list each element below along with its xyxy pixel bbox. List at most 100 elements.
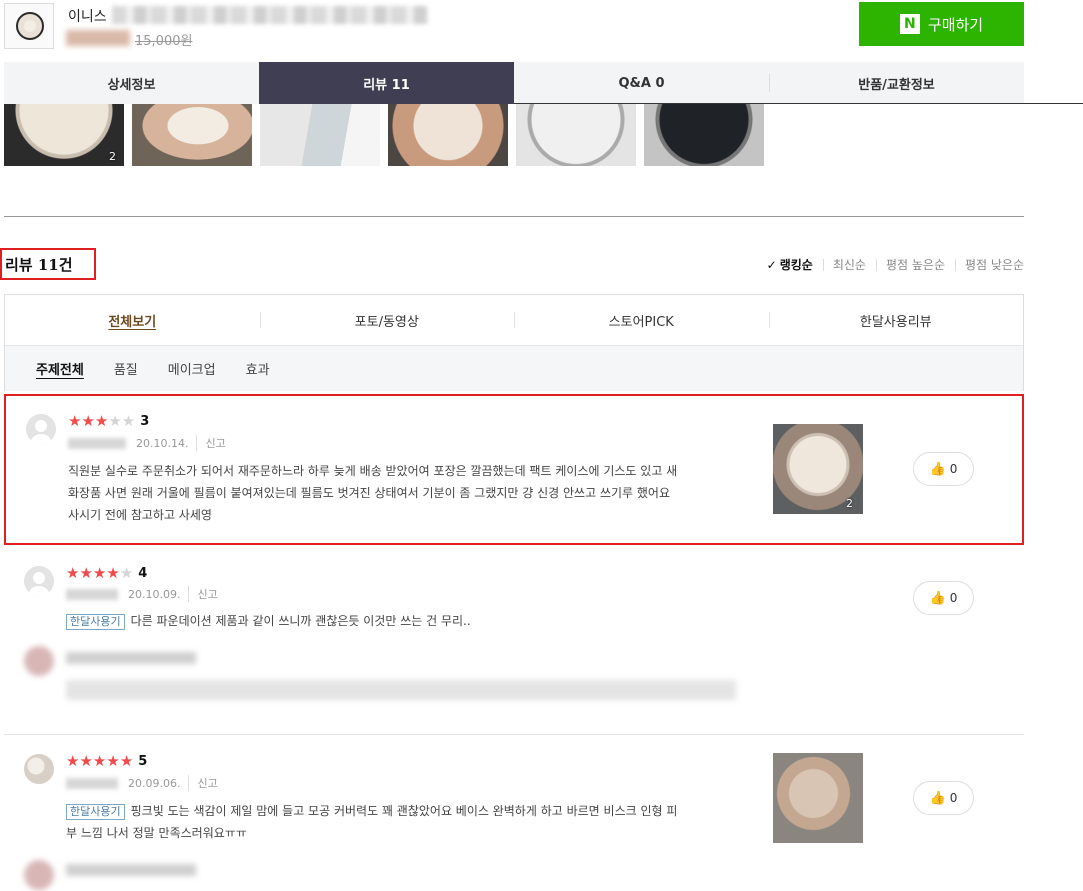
review-meta: 20.09.06. 신고 [66,775,218,791]
rating-score: 4 [138,566,148,581]
tab-qna[interactable]: Q&A 0 [514,62,769,104]
like-count: 0 [949,462,958,476]
review-text-line: 사시기 전에 참고하고 사세영 [68,508,212,522]
filter-month-review[interactable]: 한달사용리뷰 [768,295,1024,345]
filter-all[interactable]: 전체보기 [5,295,260,345]
thumbs-up-icon: 👍 [929,461,946,477]
report-link[interactable]: 신고 [196,435,226,451]
star-icon: ★ [68,412,82,430]
review-separator [4,734,1024,735]
like-button[interactable]: 👍 0 [913,452,974,486]
review-text-line: 핑크빛 도는 색감이 제일 맘에 들고 모공 커버력도 꽤 괜찮았어요 베이스 … [130,804,678,818]
month-use-badge: 한달사용기 [66,804,125,820]
like-button[interactable]: 👍 0 [913,581,974,615]
avatar [24,754,54,784]
review-photo-thumb[interactable] [644,104,764,166]
review-date: 20.10.14. [136,436,189,450]
topic-all[interactable]: 주제전체 [36,359,84,378]
star-icon: ★ [108,412,122,430]
review-photo-thumb[interactable] [388,104,508,166]
buy-button-label: 구매하기 [927,15,984,34]
review-date: 20.09.06. [128,776,181,790]
star-icon: ★ [79,752,93,770]
tab-reviews[interactable]: 리뷰 11 [259,62,514,104]
photo-count: 2 [109,150,116,163]
star-icon: ★ [92,564,107,582]
topic-quality[interactable]: 품질 [114,359,138,378]
username-blurred [66,588,118,600]
review-photo[interactable]: 2 [773,424,863,514]
star-icon: ★ [94,412,109,430]
report-link[interactable]: 신고 [188,775,218,791]
review-item: ★ ★ ★ ★ ★ 5 20.09.06. 신고 한달사용기 핑크빛 도는 색감이 제일 … [4,738,1024,891]
product-name: 이니스 [68,9,107,25]
sort-rating-low[interactable]: 평점 낮은순 [954,256,1024,273]
review-item: ★ ★ ★ ★ ★ 4 20.10.09. 신고 한달사용기 다른 파운데이션 제품과 같… [4,548,1024,730]
username-blurred [68,437,126,449]
product-thumbnail[interactable] [4,3,54,49]
report-link[interactable]: 신고 [188,586,218,602]
star-icon: ★ [66,564,80,582]
month-use-badge: 한달사용기 [66,614,125,630]
review-photo-thumb[interactable] [516,104,636,166]
username-blurred [66,777,118,789]
review-photo-thumb[interactable]: 2 [4,104,124,166]
star-icon: ★ [92,752,107,770]
review-item: ★ ★ ★ ★ ★ 3 20.10.14. 신고 직원분 실수로 주문취소가 되어서 재… [4,394,1024,545]
avatar [26,414,56,444]
sort-ranking[interactable]: ✓ 랭킹순 [767,256,823,273]
naver-n-icon: N [899,14,920,34]
star-icon: ★ [81,412,95,430]
photo-count: 2 [846,497,853,510]
review-text-line: 부 느낌 나서 정말 만족스러워요ㅠㅠ [66,826,247,840]
review-photo-thumb[interactable] [260,104,380,166]
sort-ranking-label: 랭킹순 [779,258,813,272]
sort-rating-high[interactable]: 평점 높은순 [875,256,955,273]
check-icon: ✓ [766,258,777,272]
product-bar: 이니스 15,000원 N 구매하기 [0,0,1083,62]
product-tabs: 상세정보 리뷰 11 Q&A 0 반품/교환정보 [4,62,1024,104]
star-icon: ★ [119,752,134,770]
rating-stars: ★ ★ ★ ★ ★ 3 [68,412,150,430]
reply-avatar [24,646,54,676]
tab-return-info[interactable]: 반품/교환정보 [769,62,1024,104]
review-date: 20.10.09. [128,587,181,601]
review-text-line: 직원분 실수로 주문취소가 되어서 재주문하느라 하루 늦게 배송 받았어여 포… [68,464,678,478]
buy-button[interactable]: N 구매하기 [859,2,1024,46]
star-icon: ★ [121,412,136,430]
filter-store-pick[interactable]: 스토어PICK [514,295,769,345]
sale-price-blurred [66,30,130,46]
compact-icon [16,12,44,40]
avatar [24,566,54,596]
review-text: 한달사용기 핑크빛 도는 색감이 제일 맘에 들고 모공 커버력도 꽤 괜찮았어요… [66,800,677,844]
original-price: 15,000원 [135,34,193,49]
rating-score: 5 [138,754,148,769]
sort-latest[interactable]: 최신순 [822,256,876,273]
review-filter-box: 전체보기 포토/동영상 스토어PICK 한달사용리뷰 주제전체 품질 메이크업 … [4,294,1024,391]
like-button[interactable]: 👍 0 [913,781,974,815]
filter-photo-video[interactable]: 포토/동영상 [259,295,515,345]
reply-author-blurred [66,652,196,664]
reply-author-blurred [66,864,196,876]
like-count: 0 [949,791,958,805]
product-name-blurred [112,6,428,24]
star-icon: ★ [66,752,80,770]
tab-detail[interactable]: 상세정보 [4,62,259,104]
review-photo-thumb[interactable] [132,104,252,166]
review-photo[interactable] [773,753,863,843]
review-text: 한달사용기 다른 파운데이션 제품과 같이 쓰니까 괜찮은듯 이것만 쓰는 건 무… [66,610,471,632]
section-divider [4,216,1024,217]
rating-score: 3 [140,414,150,429]
topic-tabs: 주제전체 품질 메이크업 효과 [5,345,1023,391]
topic-effect[interactable]: 효과 [246,359,270,378]
star-icon: ★ [79,564,93,582]
review-meta: 20.10.14. 신고 [68,435,226,451]
review-text: 직원분 실수로 주문취소가 되어서 재주문하느라 하루 늦게 배송 받았어여 포… [68,460,677,526]
review-text-line: 다른 파운데이션 제품과 같이 쓰니까 괜찮은듯 이것만 쓰는 건 무리.. [130,614,471,628]
sort-options: ✓ 랭킹순 최신순 평점 높은순 평점 낮은순 [767,256,1024,273]
topic-makeup[interactable]: 메이크업 [168,359,216,378]
star-icon: ★ [106,564,120,582]
thumbs-up-icon: 👍 [929,590,946,606]
star-icon: ★ [119,564,134,582]
reply-avatar [24,860,54,890]
